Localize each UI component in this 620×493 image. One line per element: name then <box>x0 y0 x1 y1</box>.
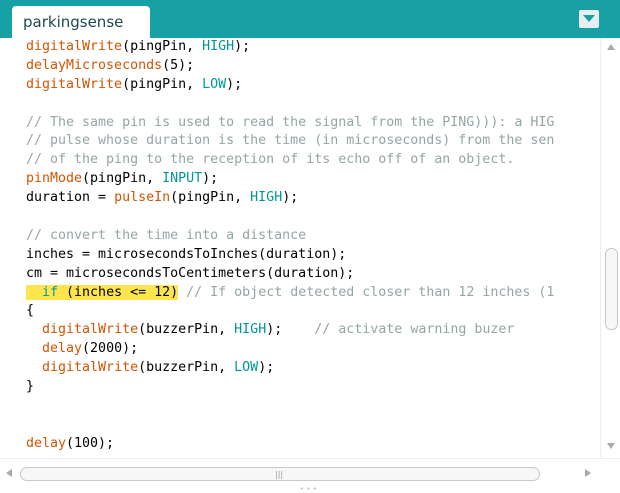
scroll-grip: ||| <box>275 470 284 479</box>
code-token: // of the ping to the reception of its e… <box>26 152 515 168</box>
code-token: // The same pin is used to read the sign… <box>26 114 555 130</box>
code-token: ); <box>226 76 243 92</box>
vertical-scroll-thumb[interactable] <box>605 248 618 330</box>
code-editor[interactable]: digitalWrite(pingPin, HIGH); delayMicrose… <box>0 38 600 458</box>
code-token: delay <box>42 341 83 357</box>
code-token: ); <box>282 190 299 206</box>
code-token: (pingPin, <box>122 76 203 92</box>
code-token: delay <box>26 435 67 451</box>
code-token: } <box>26 379 35 395</box>
code-token: HIGH <box>250 190 283 206</box>
code-token: { <box>26 303 35 319</box>
code-line[interactable]: digitalWrite(buzzerPin, HIGH); // activa… <box>26 321 554 340</box>
code-token: if <box>42 284 59 300</box>
code-token: pulseIn <box>114 190 171 206</box>
code-line[interactable]: inches = microsecondsToInches(duration); <box>26 246 554 265</box>
tab-parkingsense[interactable]: parkingsense <box>12 6 150 38</box>
code-line[interactable]: // pulse whose duration is the time (in … <box>26 132 554 151</box>
arrow-right-icon[interactable] <box>585 469 591 477</box>
tab-label: parkingsense <box>23 13 124 31</box>
code-token: cm = microsecondsToCentimeters(duration)… <box>26 265 355 281</box>
code-line[interactable]: // convert the time into a distance <box>26 227 554 246</box>
code-token: ); <box>266 322 315 338</box>
code-token: INPUT <box>162 171 203 187</box>
code-text[interactable]: digitalWrite(pingPin, HIGH); delayMicrose… <box>26 38 554 454</box>
code-token: digitalWrite <box>42 360 139 376</box>
code-token: pinMode <box>26 171 83 187</box>
code-line[interactable]: delay(100); <box>26 435 554 454</box>
code-token: (100); <box>66 435 115 451</box>
tab-menu-button[interactable] <box>579 10 599 28</box>
code-token: // activate warning buzer <box>314 322 515 338</box>
arrow-left-icon[interactable] <box>6 469 12 477</box>
chevron-down-icon <box>583 15 595 22</box>
code-line[interactable]: delayMicroseconds(5); <box>26 57 554 76</box>
code-line[interactable]: duration = pulseIn(pingPin, HIGH); <box>26 189 554 208</box>
code-line[interactable]: delay(2000); <box>26 340 554 359</box>
code-token: // If object detected closer than 12 inc… <box>186 284 555 300</box>
code-token: ); <box>234 39 251 54</box>
code-token: HIGH <box>234 322 267 338</box>
code-line[interactable]: } <box>26 378 554 397</box>
tab-bar: parkingsense <box>0 0 620 38</box>
code-token: // convert the time into a distance <box>26 227 307 243</box>
code-token: digitalWrite <box>26 39 123 54</box>
code-token: digitalWrite <box>42 322 139 338</box>
horizontal-scrollbar[interactable]: ||| • • • <box>0 458 620 493</box>
code-token: delayMicroseconds <box>26 57 163 73</box>
code-line[interactable]: // of the ping to the reception of its e… <box>26 151 554 170</box>
code-token: (inches <= 12) <box>58 284 179 300</box>
code-token: ); <box>258 360 275 376</box>
code-token: duration = <box>26 190 115 206</box>
code-token: (pingPin, <box>82 171 163 187</box>
code-token: inches = microsecondsToInches(duration); <box>26 246 347 262</box>
code-line[interactable]: // The same pin is used to read the sign… <box>26 114 554 133</box>
code-token: // pulse whose duration is the time (in … <box>26 133 555 149</box>
resize-grip[interactable]: • • • <box>300 485 317 493</box>
arrow-down-icon[interactable] <box>607 443 615 449</box>
code-line[interactable]: if (inches <= 12) // If object detected … <box>26 284 554 303</box>
vertical-scrollbar[interactable] <box>600 38 620 458</box>
code-token: HIGH <box>202 39 235 54</box>
code-line[interactable] <box>26 416 554 435</box>
arrow-up-icon[interactable] <box>607 44 615 50</box>
code-token: (2000); <box>82 341 139 357</box>
code-token <box>26 284 43 300</box>
code-line[interactable]: digitalWrite(pingPin, LOW); <box>26 76 554 95</box>
code-token: LOW <box>202 76 227 92</box>
code-line[interactable]: digitalWrite(pingPin, HIGH); <box>26 38 554 57</box>
code-token: (pingPin, <box>122 39 203 54</box>
code-line[interactable]: cm = microsecondsToCentimeters(duration)… <box>26 265 554 284</box>
code-token: (5); <box>162 57 195 73</box>
code-line[interactable]: pinMode(pingPin, INPUT); <box>26 170 554 189</box>
code-line[interactable]: { <box>26 302 554 321</box>
code-token: (pingPin, <box>170 190 251 206</box>
code-token: ); <box>202 171 219 187</box>
code-token: LOW <box>234 360 259 376</box>
horizontal-scroll-thumb[interactable]: ||| <box>20 467 540 481</box>
code-line[interactable]: digitalWrite(buzzerPin, LOW); <box>26 359 554 378</box>
code-token: digitalWrite <box>26 76 123 92</box>
code-line[interactable] <box>26 397 554 416</box>
code-token: (buzzerPin, <box>138 322 235 338</box>
code-line[interactable] <box>26 208 554 227</box>
code-token: (buzzerPin, <box>138 360 235 376</box>
code-line[interactable] <box>26 95 554 114</box>
